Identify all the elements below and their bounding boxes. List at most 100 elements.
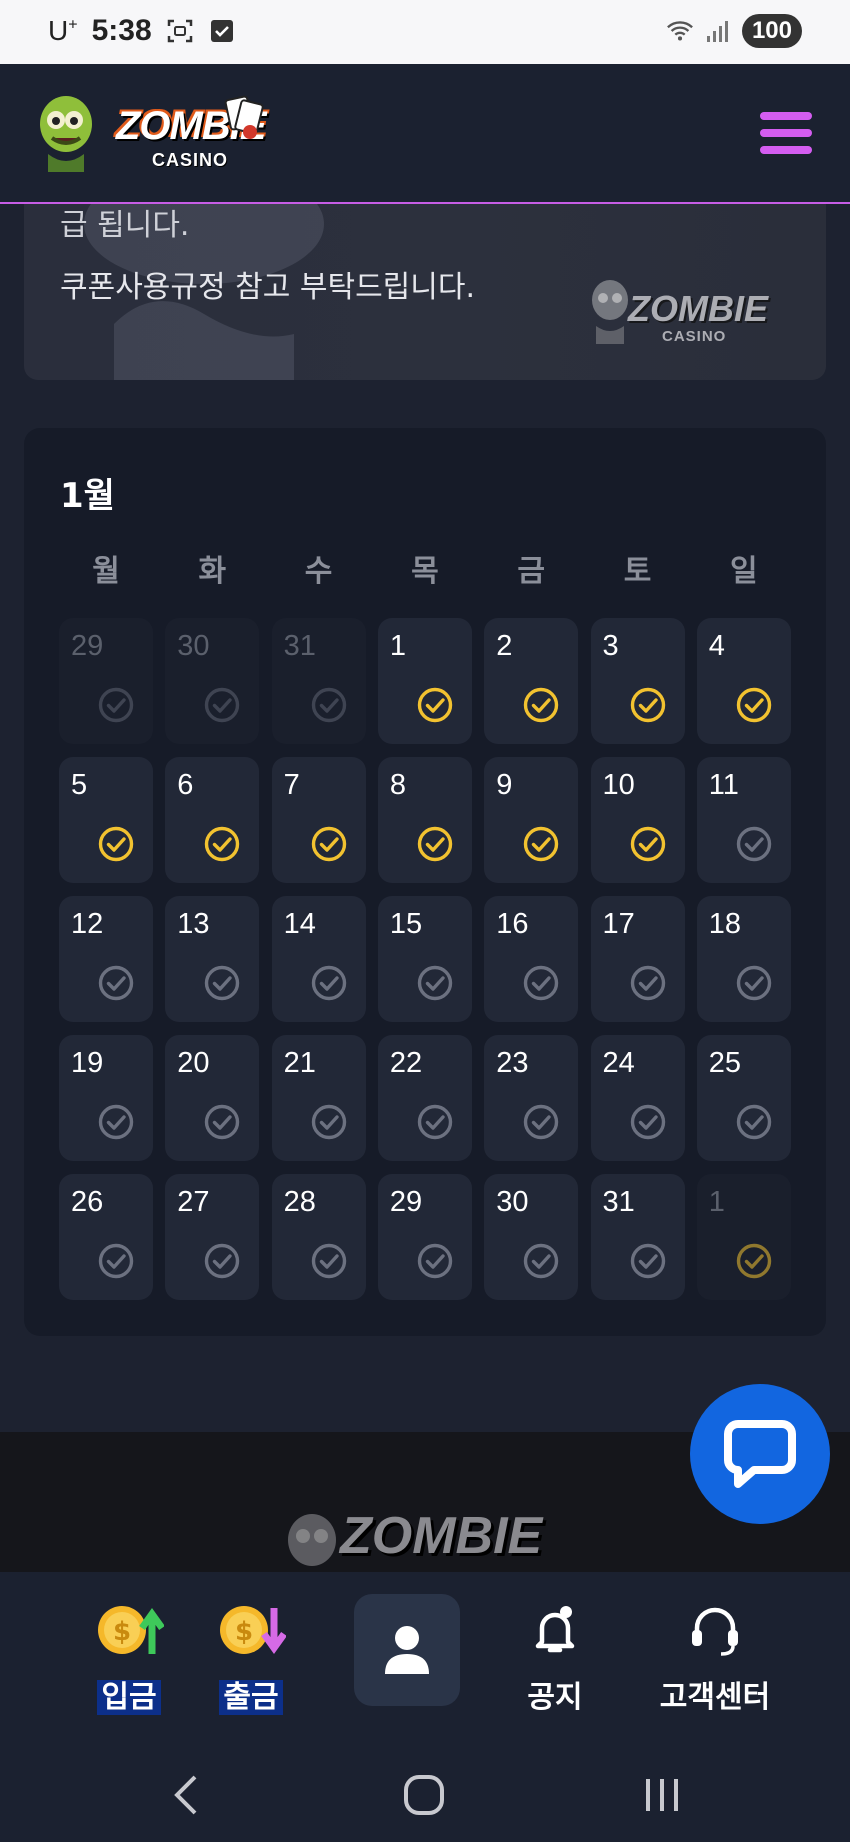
svg-text:$: $ [235,1617,253,1647]
calendar-day-cell[interactable]: 22 [377,1035,472,1161]
nav-profile-button[interactable] [354,1594,460,1706]
check-circle-pending-icon [736,965,771,1001]
weekday-label: 월 [92,554,120,589]
banner-text-line2: 쿠폰사용규정 참고 부탁드립니다. [60,270,476,305]
calendar-day-cell[interactable]: 1 [377,618,472,744]
calendar-day-cell[interactable]: 5 [59,757,153,883]
calendar-day-number: 11 [708,769,739,801]
nav-support[interactable]: 고객센터 [640,1594,790,1715]
calendar-day-cell[interactable]: 25 [696,1035,791,1161]
check-circle-pending-icon [311,965,346,1001]
calendar-day-cell[interactable]: 18 [696,896,791,1022]
calendar-day-number: 30 [496,1186,529,1218]
check-circle-pending-icon [630,1243,665,1279]
calendar-day-cell[interactable]: 31 [590,1174,685,1300]
calendar-day-number: 6 [177,769,194,801]
calendar-day-cell[interactable]: 12 [59,896,153,1022]
banner-mascot-icon [592,280,628,344]
calendar-day-cell[interactable]: 14 [271,896,366,1022]
footer-logo-text: ZOMBIE [340,1507,543,1565]
app-header: ZOMBIE CASINO [0,64,850,204]
calendar-day-cell[interactable]: 2 [484,618,579,744]
check-circle-pending-icon [736,1104,771,1140]
calendar-day-number: 2 [496,630,513,662]
check-circle-pending-icon [205,1104,240,1140]
calendar-day-cell[interactable]: 11 [696,757,791,883]
calendar-day-cell[interactable]: 31 [271,618,366,744]
check-circle-pending-icon [98,687,134,723]
menu-button[interactable] [760,112,812,154]
calendar-day-number: 9 [496,769,513,801]
calendar-day-cell[interactable]: 27 [165,1174,260,1300]
calendar-day-number: 24 [602,1047,635,1079]
calendar-day-cell[interactable]: 30 [484,1174,579,1300]
carrier-label: U+ [48,15,78,46]
home-icon [404,1775,444,1815]
system-recents-button[interactable] [632,1770,692,1820]
calendar-day-cell[interactable]: 26 [59,1174,153,1300]
zombie-casino-logo[interactable]: ZOMBIE CASINO [34,84,274,184]
check-circle-pending-icon [630,1104,665,1140]
nav-notice[interactable]: 공지 [480,1594,630,1715]
calendar-day-cell[interactable]: 20 [165,1035,260,1161]
calendar-day-number: 15 [389,908,423,940]
check-circle-pending-icon [523,965,559,1001]
calendar-day-cell[interactable]: 15 [377,896,472,1022]
nav-withdraw[interactable]: $ 출금 [176,1594,326,1715]
calendar-day-cell[interactable]: 9 [484,757,579,883]
calendar-day-cell[interactable]: 19 [59,1035,153,1161]
calendar-day-number: 22 [389,1047,423,1079]
calendar-day-cell[interactable]: 4 [696,618,791,744]
calendar-day-cell[interactable]: 3 [590,618,685,744]
footer-mascot-icon [288,1514,336,1566]
banner-zombie-logo: ZOMBIE CASINO [588,266,798,356]
checkbox-notification-icon [208,17,236,45]
calendar-day-number: 29 [71,630,104,662]
calendar-day-cell[interactable]: 1 [696,1174,791,1300]
calendar-day-number: 23 [496,1047,529,1079]
screenshot-icon [166,17,194,45]
calendar-day-cell[interactable]: 7 [271,757,366,883]
calendar-day-number: 5 [71,769,88,801]
calendar-day-number: 1 [389,630,407,662]
check-circle-pending-icon [417,1243,453,1279]
bottom-navigation: $ 입금 $ 출금 공지 고객센터 [0,1572,850,1740]
calendar-month-title: 1월 [60,476,115,516]
zombie-mascot-icon [40,96,92,172]
live-chat-button[interactable] [690,1384,830,1524]
calendar-day-cell[interactable]: 17 [590,896,685,1022]
calendar-day-number: 4 [708,630,725,662]
check-circle-pending-icon [523,1243,559,1279]
calendar-day-cell[interactable]: 29 [59,618,153,744]
calendar-day-number: 16 [496,908,529,940]
calendar-day-cell[interactable]: 28 [271,1174,366,1300]
deposit-coin-icon: $ [98,1606,164,1654]
calendar-day-cell[interactable]: 10 [590,757,685,883]
system-back-button[interactable] [156,1770,216,1820]
system-home-button[interactable] [394,1770,454,1820]
check-circle-done-icon [311,826,346,862]
calendar-day-cell[interactable]: 30 [165,618,260,744]
calendar-day-cell[interactable]: 23 [484,1035,579,1161]
calendar-day-cell[interactable]: 16 [484,896,579,1022]
calendar-day-number: 19 [71,1047,104,1079]
calendar-day-cell[interactable]: 24 [590,1035,685,1161]
check-circle-pending-icon [205,1243,240,1279]
calendar-day-number: 14 [283,908,316,940]
check-circle-pending-icon [736,826,771,862]
chat-bubble-icon [724,1420,796,1488]
calendar-day-number: 31 [283,630,316,662]
withdraw-coin-icon: $ [220,1606,286,1655]
check-circle-pending-icon [311,1104,346,1140]
calendar-day-cell[interactable]: 13 [165,896,260,1022]
calendar-day-cell[interactable]: 21 [271,1035,366,1161]
hamburger-icon-bar-bottom [760,146,812,154]
banner-logo-text: ZOMBIE [628,288,768,329]
calendar-day-cell[interactable]: 8 [377,757,472,883]
status-right: 100 [666,14,802,48]
calendar-day-cell[interactable]: 29 [377,1174,472,1300]
battery-indicator: 100 [741,14,802,48]
calendar-day-number: 3 [602,630,619,662]
calendar-day-cell[interactable]: 6 [165,757,260,883]
playing-cards-icon [224,95,264,139]
